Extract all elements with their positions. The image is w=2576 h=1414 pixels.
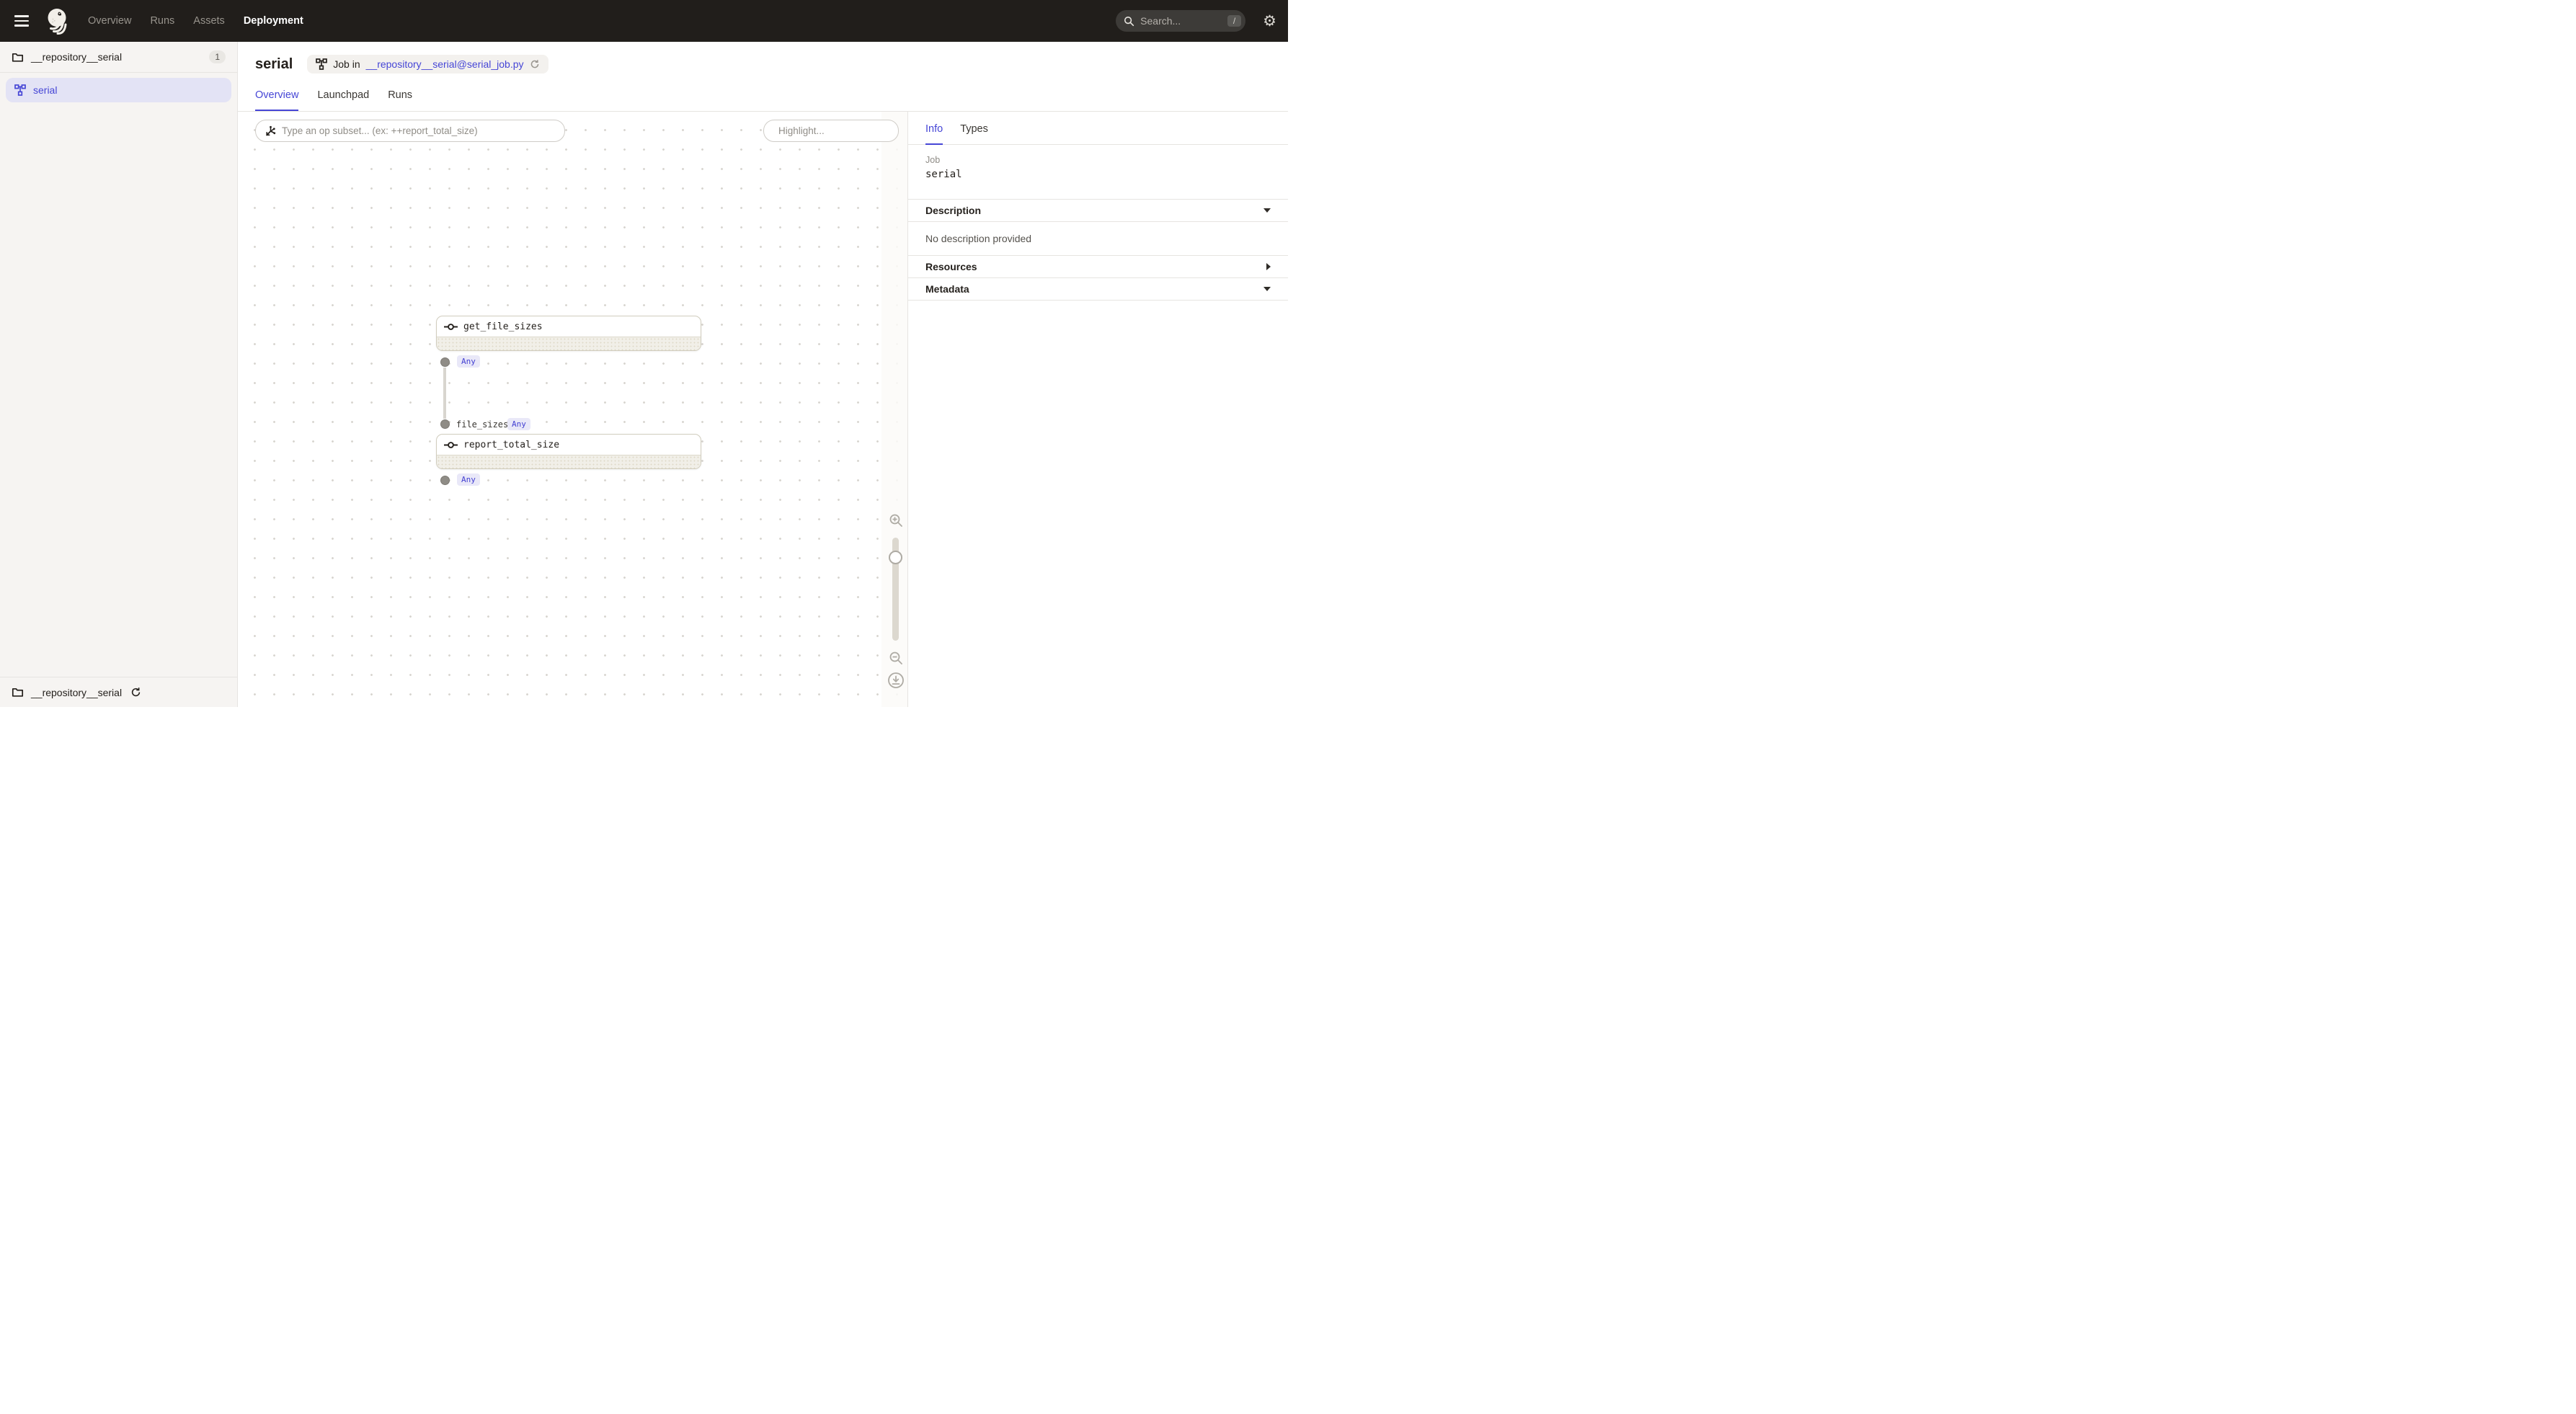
input-name-label: file_sizes xyxy=(456,419,508,430)
output-type-badge[interactable]: Any xyxy=(457,473,480,486)
job-label: Job xyxy=(925,155,1271,165)
sidebar-footer: __repository__serial xyxy=(0,677,237,707)
page-title: serial xyxy=(255,56,293,73)
chevron-down-icon xyxy=(1263,208,1271,213)
zoom-slider-handle[interactable] xyxy=(889,551,902,564)
repository-name: __repository__serial xyxy=(31,51,122,63)
repository-count-badge: 1 xyxy=(209,50,226,63)
nav-item-overview[interactable]: Overview xyxy=(88,15,131,27)
job-name-value: serial xyxy=(925,169,1271,180)
download-image-button[interactable] xyxy=(887,672,905,689)
op-name: get_file_sizes xyxy=(463,321,543,332)
output-type-badge[interactable]: Any xyxy=(457,355,480,368)
zoom-out-button[interactable] xyxy=(889,651,903,665)
chevron-down-icon xyxy=(1263,287,1271,291)
main-content: serial Job in __repository__serial@seria… xyxy=(238,42,1288,707)
output-port[interactable] xyxy=(440,357,450,367)
hamburger-menu-icon[interactable] xyxy=(14,12,33,30)
chevron-right-icon xyxy=(1266,263,1271,270)
left-sidebar: __repository__serial 1 serial __reposito… xyxy=(0,42,238,707)
job-origin-prefix: Job in xyxy=(333,58,360,70)
job-graph-icon xyxy=(316,58,327,70)
section-metadata[interactable]: Metadata xyxy=(908,278,1288,301)
panel-tab-info[interactable]: Info xyxy=(925,123,943,145)
op-node-body xyxy=(437,455,701,468)
search-icon xyxy=(1124,16,1134,27)
tab-overview[interactable]: Overview xyxy=(255,89,298,111)
nav-item-runs[interactable]: Runs xyxy=(150,15,174,27)
panel-tabs: Info Types xyxy=(908,112,1288,145)
job-graph-icon xyxy=(14,84,26,96)
search-placeholder: Search... xyxy=(1140,15,1222,27)
output-port[interactable] xyxy=(440,476,450,485)
section-description[interactable]: Description xyxy=(908,200,1288,222)
zoom-in-button[interactable] xyxy=(889,513,903,528)
sidebar-item-label: serial xyxy=(33,84,57,96)
search-shortcut-key: / xyxy=(1227,15,1241,27)
tab-runs[interactable]: Runs xyxy=(388,89,412,111)
job-origin-pill: Job in __repository__serial@serial_job.p… xyxy=(307,55,548,74)
details-panel: Info Types Job serial Description No des… xyxy=(907,112,1288,707)
job-tabs: Overview Launchpad Runs xyxy=(255,89,1271,111)
settings-gear-icon[interactable]: ⚙ xyxy=(1263,14,1276,29)
description-content: No description provided xyxy=(908,222,1288,256)
op-node-report-total-size[interactable]: report_total_size xyxy=(436,434,701,469)
tab-launchpad[interactable]: Launchpad xyxy=(317,89,369,111)
page-header: serial Job in __repository__serial@seria… xyxy=(238,42,1288,112)
input-port[interactable] xyxy=(440,419,450,429)
footer-repository-name: __repository__serial xyxy=(31,687,122,698)
op-node-get-file-sizes[interactable]: get_file_sizes xyxy=(436,316,701,351)
op-name: report_total_size xyxy=(463,440,559,450)
nav-item-deployment[interactable]: Deployment xyxy=(244,15,303,27)
op-icon xyxy=(444,441,458,449)
highlight-input[interactable] xyxy=(778,125,906,136)
folder-icon xyxy=(12,51,24,63)
reload-icon[interactable] xyxy=(530,59,540,69)
job-list: serial xyxy=(0,73,237,107)
refresh-icon xyxy=(130,687,141,698)
nav-item-assets[interactable]: Assets xyxy=(193,15,225,27)
primary-nav: Overview Runs Assets Deployment xyxy=(88,15,303,27)
op-icon xyxy=(444,323,458,331)
folder-icon xyxy=(12,686,24,698)
sidebar-item-serial[interactable]: serial xyxy=(6,78,231,102)
op-subset-input-wrap xyxy=(255,120,565,142)
input-type-badge[interactable]: Any xyxy=(507,418,530,430)
job-summary: Job serial xyxy=(908,145,1288,200)
op-subset-input[interactable] xyxy=(282,125,556,136)
top-navbar: Overview Runs Assets Deployment Search..… xyxy=(0,0,1288,42)
dependency-edge xyxy=(443,368,446,419)
section-resources[interactable]: Resources xyxy=(908,256,1288,278)
job-origin-link[interactable]: __repository__serial@serial_job.py xyxy=(366,58,524,70)
op-node-body xyxy=(437,337,701,350)
op-graph-canvas[interactable]: get_file_sizes Any file_sizes Any xyxy=(238,112,907,707)
reload-repository-button[interactable] xyxy=(130,687,141,698)
repository-header[interactable]: __repository__serial 1 xyxy=(0,42,237,73)
highlight-input-wrap xyxy=(763,120,899,142)
dagster-logo-icon[interactable] xyxy=(45,7,71,35)
global-search[interactable]: Search... / xyxy=(1116,10,1245,32)
panel-tab-types[interactable]: Types xyxy=(960,123,988,145)
op-selector-icon xyxy=(265,125,276,137)
